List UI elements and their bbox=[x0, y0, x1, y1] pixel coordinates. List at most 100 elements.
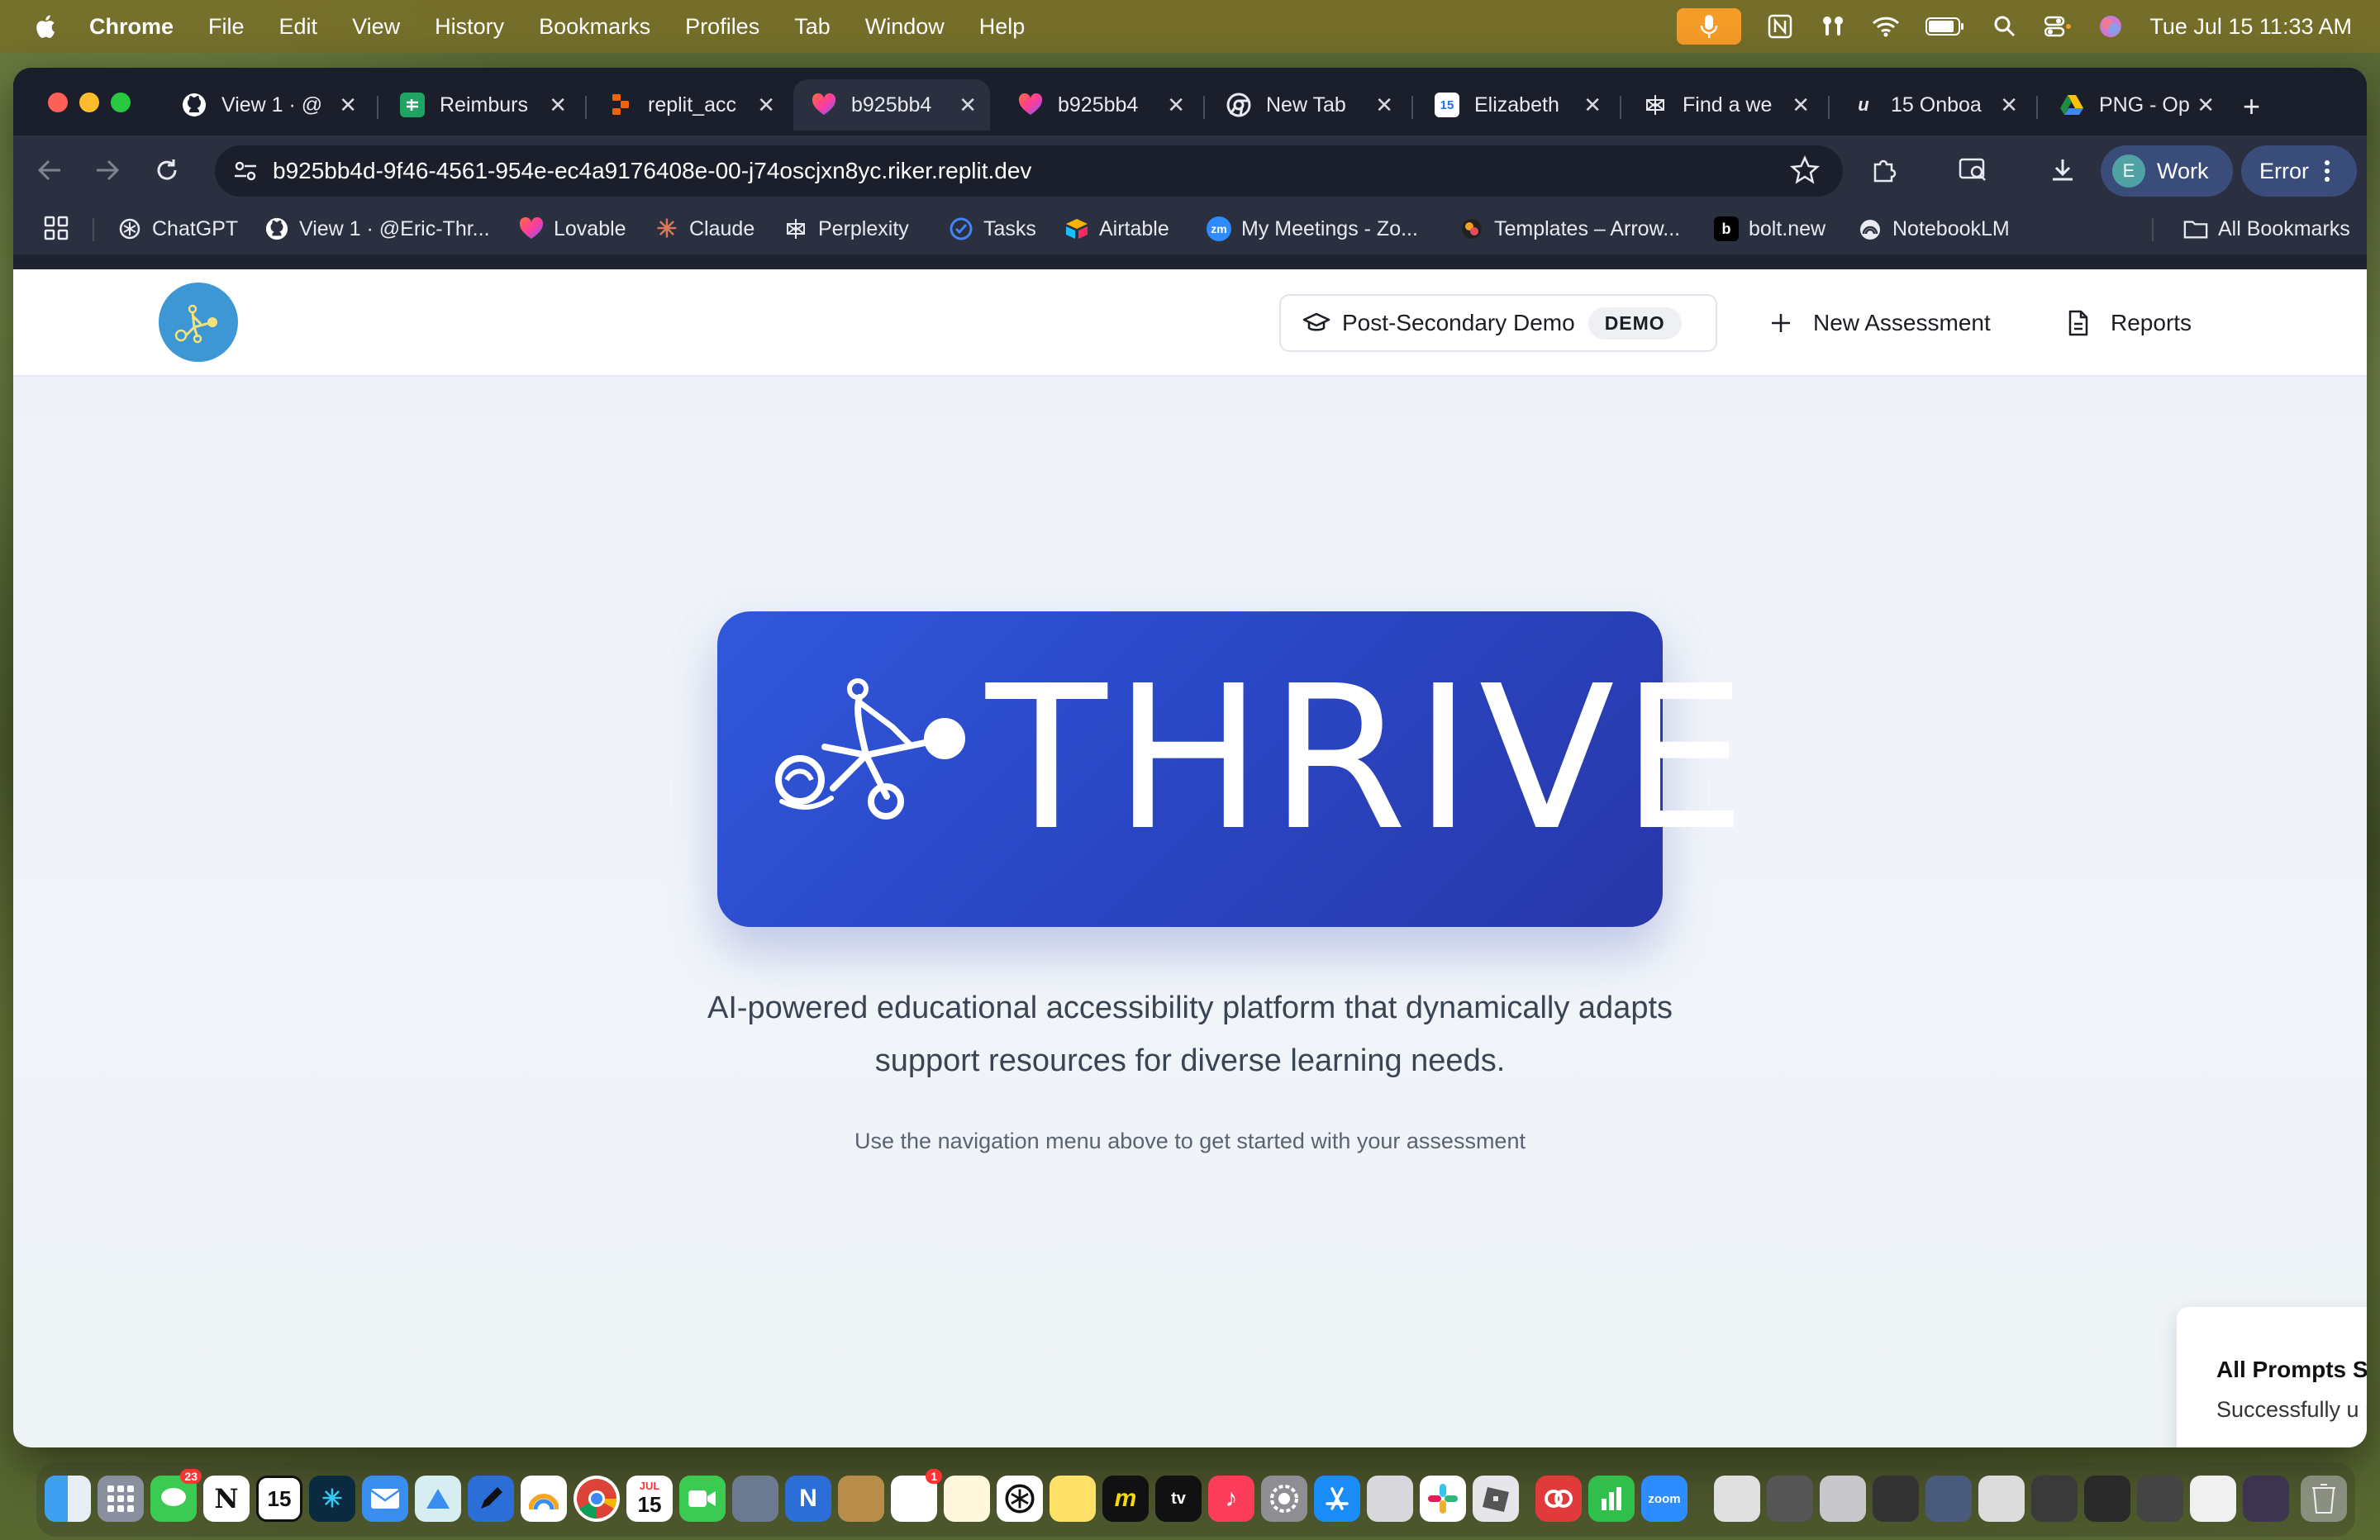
slack-icon[interactable] bbox=[1420, 1476, 1466, 1522]
control-center-icon[interactable] bbox=[2044, 12, 2072, 40]
menu-file[interactable]: File bbox=[208, 14, 245, 40]
menu-history[interactable]: History bbox=[435, 14, 504, 40]
menu-profiles[interactable]: Profiles bbox=[685, 14, 759, 40]
iphone-mirroring-icon[interactable] bbox=[1367, 1476, 1413, 1522]
bookmark-notebooklm[interactable]: NotebookLM bbox=[1858, 216, 2010, 241]
miro-icon[interactable]: m bbox=[1102, 1476, 1149, 1522]
messages-icon[interactable]: 23 bbox=[150, 1469, 202, 1522]
stickies-icon[interactable] bbox=[1050, 1476, 1096, 1522]
system-settings-icon[interactable] bbox=[1261, 1476, 1307, 1522]
recent-window-thumbnail[interactable] bbox=[1820, 1476, 1866, 1522]
tab-active-app[interactable]: b925bb4 ✕ bbox=[793, 79, 990, 131]
recent-window-thumbnail[interactable] bbox=[2137, 1476, 2183, 1522]
notion-status-icon[interactable] bbox=[1766, 12, 1794, 40]
zoom-dock-icon[interactable]: zoom bbox=[1641, 1476, 1687, 1522]
close-tab-icon[interactable]: ✕ bbox=[2197, 93, 2215, 118]
menu-window[interactable]: Window bbox=[865, 14, 945, 40]
app-store-icon[interactable] bbox=[1314, 1476, 1360, 1522]
bookmark-zoom[interactable]: zm My Meetings - Zo... bbox=[1207, 216, 1418, 241]
recent-window-thumbnail[interactable] bbox=[1925, 1476, 1972, 1522]
recent-window-thumbnail[interactable] bbox=[2084, 1476, 2130, 1522]
menu-view[interactable]: View bbox=[352, 14, 400, 40]
organization-switcher[interactable]: Post-Secondary Demo DEMO bbox=[1279, 294, 1717, 352]
close-tab-icon[interactable]: ✕ bbox=[1583, 93, 1602, 118]
close-tab-icon[interactable]: ✕ bbox=[1375, 93, 1393, 118]
bookmark-claude[interactable]: ✳ Claude bbox=[654, 216, 754, 243]
address-bar[interactable]: b925bb4d-9f46-4561-954e-ec4a9176408e-00-… bbox=[215, 145, 1843, 197]
reload-icon[interactable] bbox=[150, 154, 183, 187]
download-icon[interactable] bbox=[2046, 154, 2079, 187]
tab-udemy[interactable]: u 15 Onboa ✕ bbox=[1833, 79, 2031, 131]
facetime-icon[interactable] bbox=[679, 1476, 726, 1522]
perplexity-app-icon[interactable]: ✳ bbox=[309, 1476, 355, 1522]
launchpad-icon[interactable] bbox=[98, 1476, 144, 1522]
menu-bookmarks[interactable]: Bookmarks bbox=[539, 14, 650, 40]
site-settings-icon[interactable] bbox=[233, 160, 258, 182]
zoom-window-button[interactable] bbox=[111, 93, 131, 112]
new-assessment-button[interactable]: New Assessment bbox=[1770, 294, 1991, 352]
bookmark-bolt[interactable]: b bolt.new bbox=[1714, 216, 1825, 241]
airpods-icon[interactable] bbox=[1819, 12, 1847, 40]
music-icon[interactable]: ♪ bbox=[1208, 1476, 1254, 1522]
maps-icon[interactable] bbox=[415, 1476, 461, 1522]
menu-help[interactable]: Help bbox=[979, 14, 1026, 40]
tab-github[interactable]: View 1 · @ ✕ bbox=[164, 79, 370, 131]
close-tab-icon[interactable]: ✕ bbox=[1792, 93, 1810, 118]
numbers-icon[interactable] bbox=[1588, 1476, 1635, 1522]
forward-arrow-icon[interactable] bbox=[91, 154, 124, 187]
menu-app-name[interactable]: Chrome bbox=[89, 14, 174, 40]
calendar-dock-icon[interactable]: JUL 15 bbox=[626, 1476, 673, 1522]
menu-edit[interactable]: Edit bbox=[279, 14, 318, 40]
apps-grid-icon[interactable] bbox=[43, 215, 69, 241]
recent-window-thumbnail[interactable] bbox=[1714, 1476, 1760, 1522]
reminders-icon[interactable]: 1 bbox=[891, 1469, 942, 1522]
back-arrow-icon[interactable] bbox=[33, 154, 66, 187]
tab-calendar[interactable]: 15 Elizabeth ✕ bbox=[1416, 79, 1615, 131]
arc-app-icon[interactable] bbox=[521, 1476, 567, 1522]
close-tab-icon[interactable]: ✕ bbox=[959, 93, 977, 118]
notion-calendar-icon[interactable]: N bbox=[785, 1476, 831, 1522]
calendar-app-icon[interactable]: 15 bbox=[256, 1476, 302, 1522]
tab-new-tab[interactable]: New Tab ✕ bbox=[1208, 79, 1407, 131]
toast-notification[interactable]: All Prompts S Successfully u prompts to … bbox=[2177, 1307, 2367, 1447]
all-bookmarks[interactable]: All Bookmarks bbox=[2183, 216, 2350, 241]
tab-drive[interactable]: PNG - Op ✕ bbox=[2041, 79, 2228, 131]
recent-window-thumbnail[interactable] bbox=[1873, 1476, 1919, 1522]
chatgpt-dock-icon[interactable] bbox=[997, 1476, 1043, 1522]
roblox-icon[interactable] bbox=[1473, 1476, 1519, 1522]
apple-tv-icon[interactable]: tv bbox=[1155, 1476, 1202, 1522]
tab-replit[interactable]: replit_acc ✕ bbox=[590, 79, 788, 131]
contacts-icon[interactable] bbox=[838, 1476, 884, 1522]
minimize-window-button[interactable] bbox=[79, 93, 99, 112]
mail-icon[interactable] bbox=[362, 1476, 408, 1522]
battery-icon[interactable] bbox=[1925, 12, 1966, 40]
bookmark-airtable[interactable]: Airtable bbox=[1064, 216, 1169, 241]
chrome-dock-icon[interactable] bbox=[574, 1476, 620, 1522]
bookmark-star-icon[interactable] bbox=[1790, 155, 1820, 185]
finder-icon[interactable] bbox=[45, 1476, 91, 1522]
tab-search-icon[interactable] bbox=[1957, 154, 1990, 187]
bookmark-github[interactable]: View 1 · @Eric-Thr... bbox=[264, 216, 490, 241]
recent-window-thumbnail[interactable] bbox=[2031, 1476, 2078, 1522]
bookmark-tasks[interactable]: Tasks bbox=[949, 216, 1036, 241]
recent-window-thumbnail[interactable] bbox=[2190, 1476, 2236, 1522]
thrive-logo[interactable] bbox=[159, 283, 238, 362]
close-tab-icon[interactable]: ✕ bbox=[549, 93, 567, 118]
tab-perplexity[interactable]: Find a we ✕ bbox=[1625, 79, 1823, 131]
close-tab-icon[interactable]: ✕ bbox=[339, 93, 357, 118]
menubar-clock[interactable]: Tue Jul 15 11:33 AM bbox=[2149, 14, 2352, 40]
menu-tab[interactable]: Tab bbox=[794, 14, 831, 40]
bookmark-chatgpt[interactable]: ChatGPT bbox=[117, 216, 238, 241]
new-tab-button[interactable]: + bbox=[2243, 89, 2260, 124]
error-button[interactable]: Error bbox=[2241, 145, 2357, 197]
spotlight-search-icon[interactable] bbox=[1991, 12, 2019, 40]
tab-sheets[interactable]: Reimburs ✕ bbox=[382, 79, 580, 131]
recent-window-thumbnail[interactable] bbox=[1978, 1476, 2025, 1522]
siri-icon[interactable] bbox=[2097, 12, 2125, 40]
preview-icon[interactable] bbox=[732, 1476, 778, 1522]
apple-icon[interactable] bbox=[33, 13, 56, 40]
bookmark-templates[interactable]: Templates – Arrow... bbox=[1459, 216, 1680, 241]
profile-button[interactable]: E Work bbox=[2101, 145, 2233, 197]
reports-button[interactable]: Reports bbox=[2068, 294, 2192, 352]
creative-cloud-icon[interactable] bbox=[1535, 1476, 1582, 1522]
